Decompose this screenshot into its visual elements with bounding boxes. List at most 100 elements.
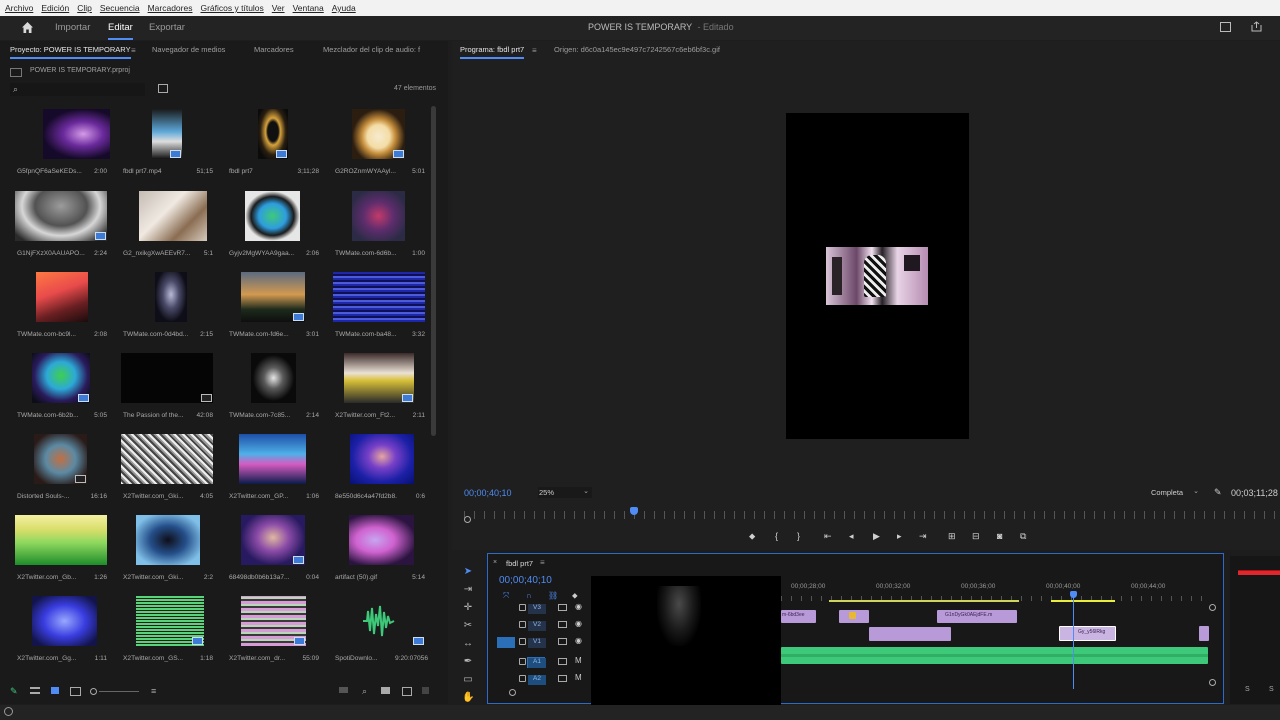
- track-label-v1[interactable]: V1: [528, 638, 546, 648]
- media-thumbnail[interactable]: [350, 434, 414, 484]
- work-area-bar[interactable]: [829, 600, 1019, 602]
- menu-clip[interactable]: Clip: [77, 3, 92, 13]
- media-thumbnail[interactable]: [121, 434, 213, 484]
- sequence-menu-icon[interactable]: ≡: [540, 558, 545, 567]
- lock-icon[interactable]: [519, 604, 526, 611]
- go-to-in-icon[interactable]: ⇤: [824, 531, 832, 542]
- media-thumbnail[interactable]: [36, 272, 88, 322]
- media-thumbnail[interactable]: [32, 596, 97, 646]
- comparison-view-icon[interactable]: ⧉: [1020, 531, 1026, 542]
- program-in-handle[interactable]: [464, 516, 471, 523]
- step-back-icon[interactable]: ◂: [849, 531, 854, 542]
- media-thumbnail[interactable]: [136, 515, 200, 565]
- mark-in-icon[interactable]: {: [775, 531, 778, 541]
- track-label-v2[interactable]: V2: [528, 621, 546, 631]
- export-frame-icon[interactable]: ◙: [997, 531, 1002, 541]
- program-timecode[interactable]: 00;00;40;10: [464, 488, 512, 498]
- track-label-a1[interactable]: A1: [528, 658, 546, 668]
- mark-out-icon[interactable]: }: [797, 531, 800, 541]
- media-thumbnail[interactable]: [258, 109, 288, 159]
- program-menu-icon[interactable]: ≡: [532, 46, 537, 55]
- media-thumbnail[interactable]: [352, 109, 405, 159]
- trash-icon[interactable]: [422, 687, 429, 694]
- sequence-tab[interactable]: fbdl prt7: [506, 559, 533, 568]
- eye-icon[interactable]: ◉: [575, 619, 582, 628]
- pen-tool-icon[interactable]: ✒: [462, 656, 474, 668]
- new-item-icon[interactable]: [402, 687, 412, 696]
- media-thumbnail[interactable]: [152, 109, 182, 159]
- track-select-icon[interactable]: ⇥: [462, 584, 474, 596]
- extract-icon[interactable]: ⊟: [972, 531, 980, 542]
- sync-lock-icon[interactable]: [558, 621, 567, 628]
- menu-graficos[interactable]: Gráficos y títulos: [200, 3, 263, 13]
- menu-secuencia[interactable]: Secuencia: [100, 3, 140, 13]
- mute-icon[interactable]: M: [575, 673, 582, 682]
- v-scroll-handle-bottom[interactable]: [1209, 679, 1216, 686]
- sync-lock-icon[interactable]: [558, 638, 567, 645]
- tab-editar[interactable]: Editar: [108, 22, 133, 40]
- lock-icon[interactable]: [519, 658, 526, 665]
- lock-icon[interactable]: [519, 675, 526, 682]
- icon-view-icon[interactable]: [51, 687, 59, 694]
- automate-icon[interactable]: [339, 687, 348, 693]
- menu-ventana[interactable]: Ventana: [293, 3, 324, 13]
- sort-icon[interactable]: ≡: [151, 686, 156, 696]
- media-thumbnail[interactable]: [136, 596, 204, 646]
- media-thumbnail[interactable]: [34, 434, 87, 484]
- audio-waveform-icon[interactable]: [333, 596, 425, 646]
- tab-program[interactable]: Programa: fbdl prt7: [460, 45, 525, 59]
- go-to-out-icon[interactable]: ⇥: [919, 531, 927, 542]
- slip-tool-icon[interactable]: ↔: [462, 638, 474, 650]
- razor-tool-icon[interactable]: ✂: [462, 620, 474, 632]
- media-thumbnail[interactable]: [139, 191, 207, 241]
- sync-lock-icon[interactable]: [558, 658, 567, 665]
- menu-ver[interactable]: Ver: [272, 3, 285, 13]
- find-icon[interactable]: ⌕: [362, 686, 367, 697]
- media-thumbnail[interactable]: [349, 515, 414, 565]
- timeline-playhead[interactable]: [1070, 591, 1077, 598]
- work-area-bar-2[interactable]: [1051, 600, 1115, 602]
- timeline-ruler[interactable]: 00;00;28;00 00;00;32;00 00;00;36;00 00;00;4…: [781, 580, 1211, 602]
- sync-lock-icon[interactable]: [558, 675, 567, 682]
- pencil-icon[interactable]: ✎: [10, 686, 18, 697]
- eye-icon[interactable]: ◉: [575, 602, 582, 611]
- media-thumbnail[interactable]: [121, 353, 213, 403]
- freeform-view-icon[interactable]: [70, 687, 81, 696]
- menu-ayuda[interactable]: Ayuda: [332, 3, 356, 13]
- media-thumbnail[interactable]: [43, 109, 110, 159]
- media-thumbnail[interactable]: [241, 272, 305, 322]
- mute-icon[interactable]: M: [575, 656, 582, 665]
- lock-icon[interactable]: [519, 621, 526, 628]
- project-scrollbar[interactable]: [431, 106, 436, 436]
- program-playhead[interactable]: [630, 507, 638, 515]
- linked-selection-icon[interactable]: ⛓: [548, 591, 558, 600]
- media-thumbnail[interactable]: [15, 191, 107, 241]
- tab-source[interactable]: Origen: d6c0a145ec9e497c7242567c6eb6bf3c…: [554, 45, 720, 54]
- v-scroll-handle-top[interactable]: [1209, 604, 1216, 611]
- add-marker-icon[interactable]: ⬥: [749, 531, 755, 542]
- media-thumbnail[interactable]: [239, 434, 306, 484]
- lift-icon[interactable]: ⊞: [948, 531, 956, 542]
- snap-icon[interactable]: ∩: [526, 591, 532, 600]
- selection-tool-icon[interactable]: ➤: [462, 566, 474, 578]
- rectangle-tool-icon[interactable]: ▭: [462, 674, 474, 686]
- media-thumbnail[interactable]: [241, 515, 305, 565]
- clip-v2-a[interactable]: m-6bd3ee: [781, 610, 816, 623]
- home-icon[interactable]: [21, 21, 34, 34]
- sync-lock-icon[interactable]: [558, 604, 567, 611]
- lock-icon[interactable]: [519, 638, 526, 645]
- program-ruler[interactable]: [464, 511, 1280, 519]
- clip-v1-a[interactable]: [869, 627, 951, 641]
- clip-v1-selected[interactable]: Gy_y56lRkg: [1059, 626, 1116, 641]
- media-thumbnail[interactable]: [15, 515, 107, 565]
- play-icon[interactable]: ▶: [873, 531, 880, 542]
- media-thumbnail[interactable]: [32, 353, 90, 403]
- timeline-timecode[interactable]: 00;00;40;10: [499, 575, 552, 586]
- step-forward-icon[interactable]: ▸: [897, 531, 902, 542]
- eye-icon[interactable]: ◉: [575, 636, 582, 645]
- zoom-slider[interactable]: [99, 691, 139, 692]
- share-icon[interactable]: [1251, 21, 1262, 32]
- media-thumbnail[interactable]: [352, 191, 405, 241]
- track-label-v3[interactable]: V3: [528, 604, 546, 614]
- track-zoom-handle[interactable]: [509, 689, 516, 696]
